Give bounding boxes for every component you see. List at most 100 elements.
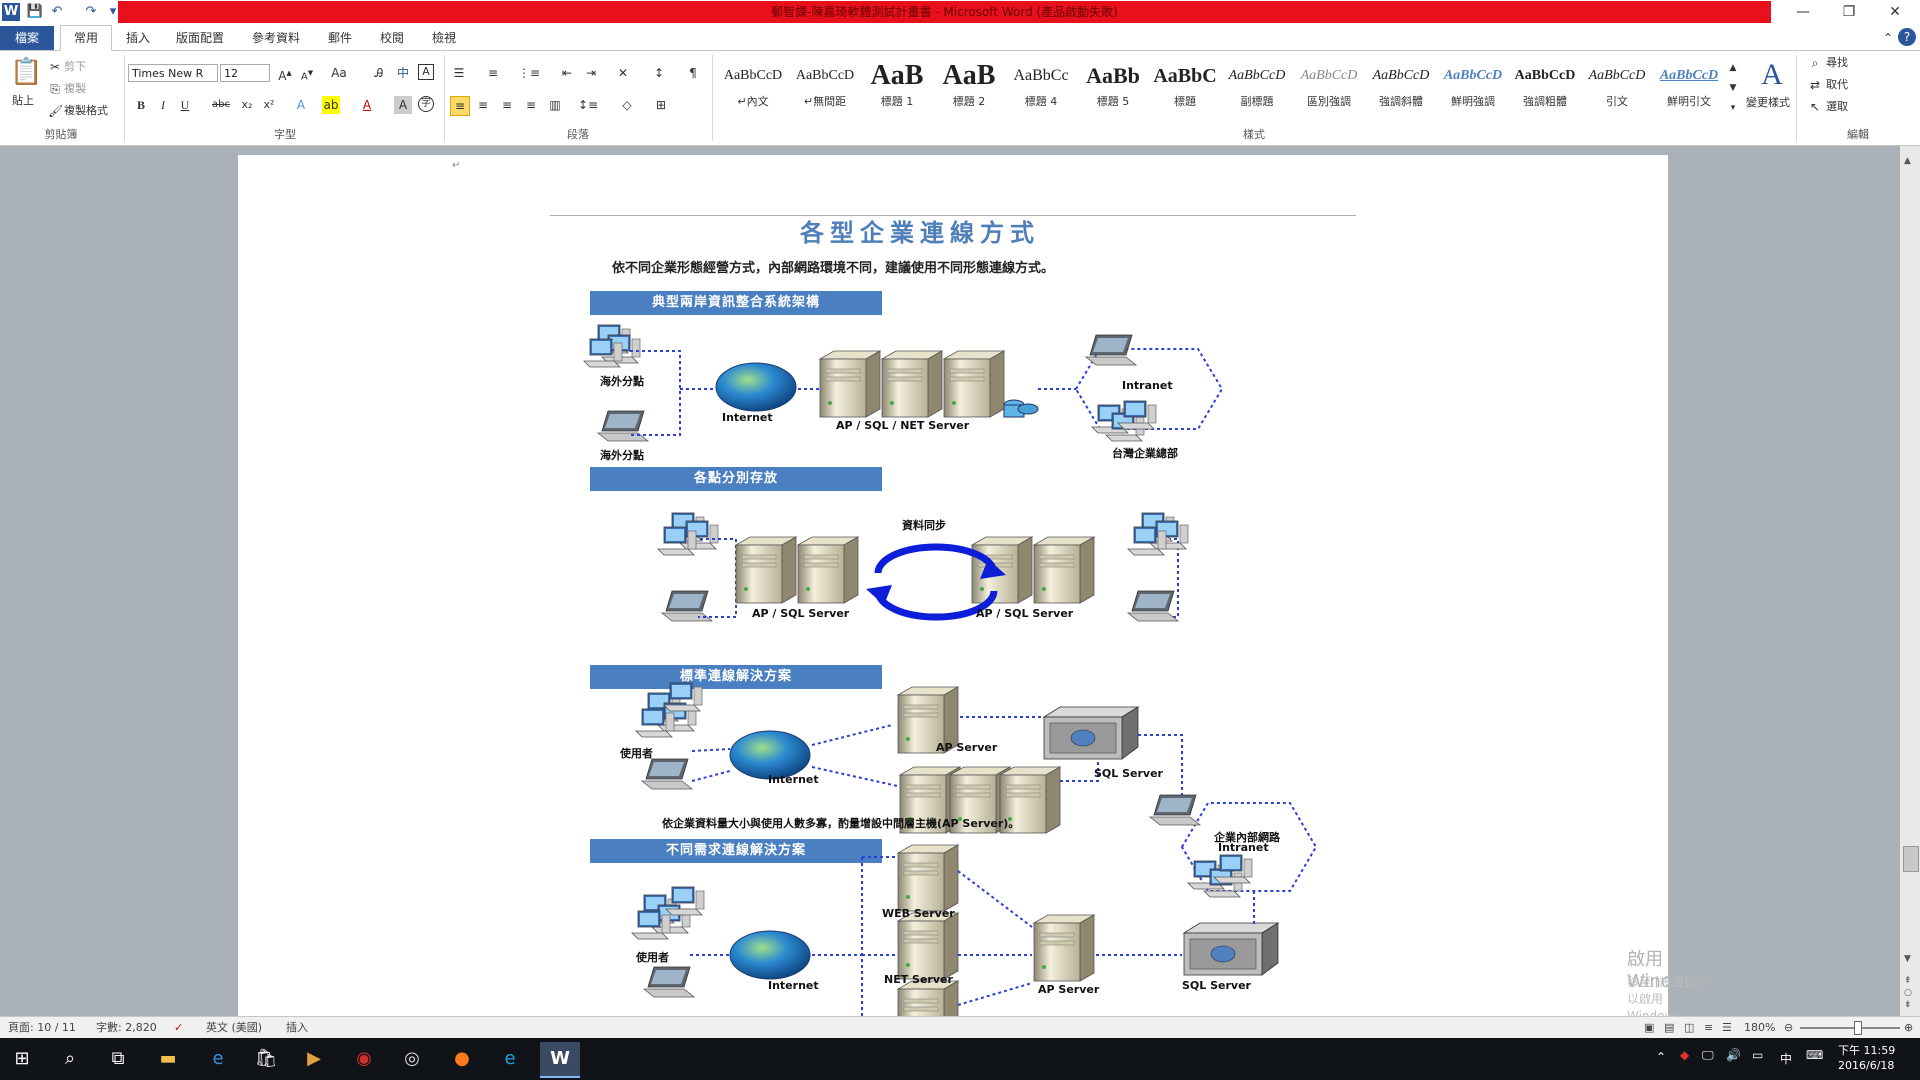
strikethrough-icon[interactable]: abc xyxy=(212,96,230,114)
tab-view[interactable]: 檢視 xyxy=(424,27,464,49)
app-red-icon[interactable]: ◉ xyxy=(344,1042,384,1076)
style-quote[interactable]: AaBbCcD 引文 xyxy=(1582,59,1652,117)
redo-icon[interactable]: ↷ xyxy=(82,3,100,21)
network-icon[interactable]: 🖵 xyxy=(1702,1048,1714,1063)
help-icon[interactable]: ? xyxy=(1898,28,1916,46)
scroll-thumb[interactable] xyxy=(1903,846,1919,872)
styles-more-icon[interactable]: ▾ xyxy=(1726,99,1740,117)
text-effects-icon[interactable]: A xyxy=(292,96,310,114)
page-count[interactable]: 頁面: 10 / 11 xyxy=(8,1020,76,1036)
tab-home[interactable]: 常用 xyxy=(60,25,112,51)
chrome-icon[interactable]: ◎ xyxy=(392,1042,432,1076)
proofing-icon[interactable]: ✓ xyxy=(174,1020,183,1036)
clock-date[interactable]: 2016/6/18 xyxy=(1838,1059,1894,1072)
grow-font-icon[interactable]: A▲ xyxy=(276,64,294,83)
justify-icon[interactable]: ≡ xyxy=(522,96,540,114)
style-heading-2[interactable]: AaB 標題 2 xyxy=(934,59,1004,117)
search-icon[interactable]: ⌕ xyxy=(50,1042,90,1076)
align-center-icon[interactable]: ≡ xyxy=(474,96,492,114)
paste-button[interactable]: 貼上 xyxy=(12,93,34,109)
acrobat-tray-icon[interactable]: ◆ xyxy=(1680,1048,1689,1062)
vertical-scrollbar[interactable]: ▲ ▼ ⇞ ○ ⇟ xyxy=(1900,146,1920,1016)
copy-icon[interactable]: ⎘ xyxy=(48,80,62,98)
find-button[interactable]: 尋找 xyxy=(1826,55,1848,71)
tab-page-layout[interactable]: 版面配置 xyxy=(168,27,232,49)
sort-icon[interactable]: ↕ xyxy=(650,64,668,82)
media-player-icon[interactable]: ▶ xyxy=(294,1042,334,1076)
change-styles-icon[interactable]: A xyxy=(1754,55,1790,95)
style-heading-1[interactable]: AaB 標題 1 xyxy=(862,59,932,117)
distributed-icon[interactable]: ▥ xyxy=(546,96,564,114)
align-right-icon[interactable]: ≡ xyxy=(498,96,516,114)
tab-insert[interactable]: 插入 xyxy=(118,27,158,49)
style-subtle-emphasis[interactable]: AaBbCcD 區別強調 xyxy=(1294,59,1364,117)
underline-icon[interactable]: U xyxy=(176,96,194,114)
close-button[interactable]: ✕ xyxy=(1872,0,1918,24)
styles-scroll-up-icon[interactable]: ▲ xyxy=(1726,59,1740,77)
change-case-icon[interactable]: Aa xyxy=(330,64,348,82)
zoom-slider-thumb[interactable] xyxy=(1854,1021,1862,1035)
font-name-combo[interactable]: Times New R xyxy=(128,64,218,82)
action-center-icon[interactable]: ▭ xyxy=(1752,1048,1763,1062)
enclose-character-icon[interactable]: 字 xyxy=(418,96,434,112)
style-title[interactable]: AaBbC 標題 xyxy=(1150,59,1220,117)
word-taskbar-icon[interactable]: W xyxy=(540,1042,580,1078)
show-marks-icon[interactable]: ¶ xyxy=(684,64,702,82)
increase-indent-icon[interactable]: ⇥ xyxy=(582,64,600,82)
multilevel-list-icon[interactable]: ⋮≡ xyxy=(518,64,540,82)
language-indicator[interactable]: 英文 (美國) xyxy=(206,1020,262,1036)
cut-button[interactable]: 剪下 xyxy=(64,59,86,75)
font-color-icon[interactable]: A xyxy=(358,96,376,114)
borders-icon[interactable]: ⊞ xyxy=(652,96,670,114)
replace-button[interactable]: 取代 xyxy=(1826,77,1848,93)
tab-references[interactable]: 參考資料 xyxy=(244,27,308,49)
highlight-icon[interactable]: ab xyxy=(322,96,340,114)
numbering-icon[interactable]: ≡ xyxy=(484,64,502,82)
document-page[interactable]: ↵ 各型企業連線方式 依不同企業形態經營方式，內部網路環境不同，建議使用不同形態… xyxy=(238,155,1707,1025)
draft-view-icon[interactable]: ☰ xyxy=(1722,1020,1732,1036)
subscript-icon[interactable]: x₂ xyxy=(238,96,256,114)
undo-icon[interactable]: ↶ xyxy=(48,3,66,21)
bullets-icon[interactable]: ☰ xyxy=(450,64,468,82)
start-icon[interactable]: ⊞ xyxy=(2,1042,42,1076)
format-painter-icon[interactable]: 🖌 xyxy=(48,102,63,120)
scroll-up-icon[interactable]: ▲ xyxy=(1904,156,1911,166)
zoom-out-icon[interactable]: ⊖ xyxy=(1784,1020,1793,1036)
zoom-slider[interactable] xyxy=(1800,1027,1900,1029)
firefox-icon[interactable]: ● xyxy=(442,1042,482,1076)
copy-button[interactable]: 複製 xyxy=(64,81,86,97)
zoom-level[interactable]: 180% xyxy=(1744,1020,1775,1036)
find-icon[interactable]: ⌕ xyxy=(1808,54,1822,72)
format-painter-button[interactable]: 複製格式 xyxy=(64,103,108,119)
task-view-icon[interactable]: ⧉ xyxy=(98,1042,138,1076)
save-icon[interactable]: 💾 xyxy=(26,3,44,21)
line-spacing-icon[interactable]: ↕≡ xyxy=(578,96,598,114)
shrink-font-icon[interactable]: A▼ xyxy=(298,64,316,82)
zoom-in-icon[interactable]: ⊕ xyxy=(1904,1020,1913,1036)
tab-file[interactable]: 檔案 xyxy=(0,26,54,50)
ime-indicator[interactable]: 中 xyxy=(1780,1050,1792,1067)
style-subtitle[interactable]: AaBbCcD 副標題 xyxy=(1222,59,1292,117)
print-layout-view-icon[interactable]: ▣ xyxy=(1644,1020,1654,1036)
shading-icon[interactable]: ◇ xyxy=(618,96,636,114)
superscript-icon[interactable]: x² xyxy=(260,96,278,114)
change-styles-button[interactable]: 變更樣式 xyxy=(1746,95,1790,111)
next-page-icon[interactable]: ⇟ xyxy=(1904,1000,1912,1010)
outline-view-icon[interactable]: ≡ xyxy=(1704,1020,1713,1036)
minimize-button[interactable]: — xyxy=(1780,0,1826,24)
edge-icon[interactable]: e xyxy=(198,1042,238,1076)
tab-review[interactable]: 校閱 xyxy=(372,27,412,49)
style-no-spacing[interactable]: AaBbCcD ↵無間距 xyxy=(790,59,860,117)
clear-format-icon[interactable]: Ꭿ xyxy=(370,64,388,82)
word-count[interactable]: 字數: 2,820 xyxy=(96,1020,157,1036)
character-shading-icon[interactable]: A xyxy=(394,96,412,114)
style-heading-4[interactable]: AaBbCc 標題 4 xyxy=(1006,59,1076,117)
tab-mailings[interactable]: 郵件 xyxy=(320,27,360,49)
scroll-down-icon[interactable]: ▼ xyxy=(1904,954,1911,964)
keyboard-mode-icon[interactable]: ⌨ xyxy=(1806,1048,1823,1062)
italic-icon[interactable]: I xyxy=(154,96,172,114)
select-icon[interactable]: ↖ xyxy=(1808,98,1822,116)
paste-icon[interactable]: 📋 xyxy=(10,55,42,89)
align-left-icon[interactable]: ≡ xyxy=(450,96,470,116)
style-heading-5[interactable]: AaBb 標題 5 xyxy=(1078,59,1148,117)
